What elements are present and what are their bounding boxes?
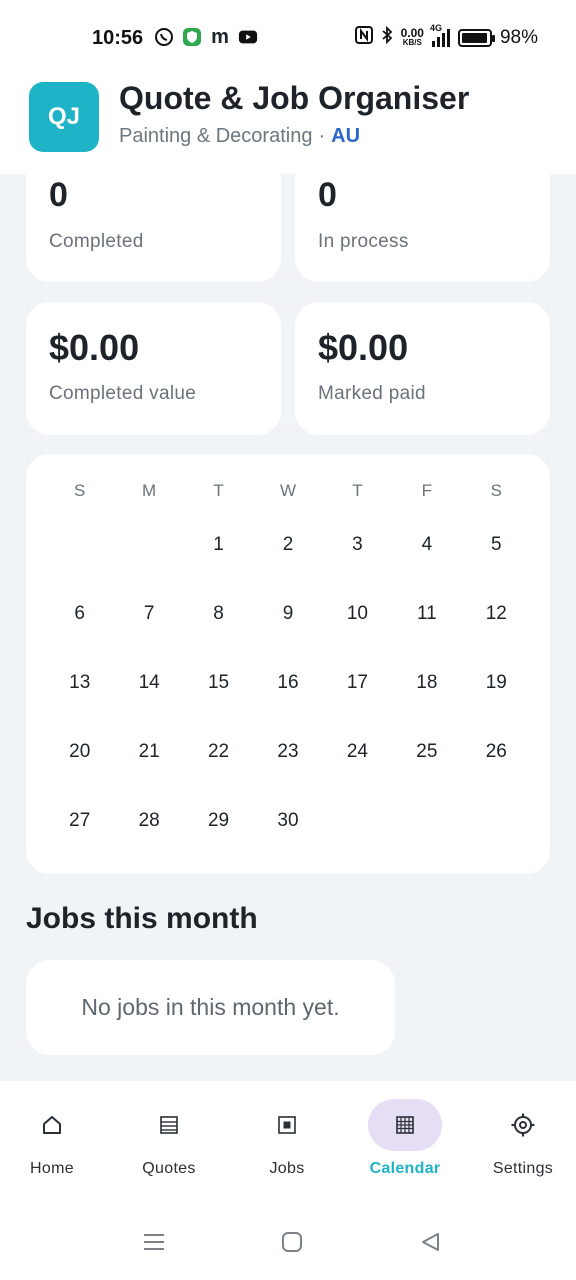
calendar-day[interactable]: 18	[392, 648, 461, 717]
nav-label: Settings	[492, 1160, 554, 1177]
calendar-day[interactable]: 14	[114, 648, 183, 717]
calendar-day[interactable]: 5	[462, 510, 531, 579]
calendar-day[interactable]: 20	[45, 717, 114, 786]
stat-label: Completed	[49, 231, 144, 252]
stat-value: 0	[318, 176, 337, 214]
stat-label: Marked paid	[318, 383, 426, 404]
status-time: 10:56	[92, 27, 144, 49]
home-icon	[43, 1116, 61, 1134]
notification-icons: m	[154, 25, 258, 48]
nav-label: Home	[30, 1160, 74, 1177]
calendar-day[interactable]: 27	[45, 786, 114, 855]
nav-home[interactable]: Home	[0, 1099, 107, 1189]
calendar-day[interactable]: 15	[184, 648, 253, 717]
battery-percent: 98%	[499, 27, 538, 48]
m-icon: m	[211, 25, 229, 48]
stat-label: In process	[318, 231, 409, 252]
calendar-blank	[45, 510, 114, 579]
stat-value: $0.00	[49, 327, 140, 368]
calendar-day[interactable]: 8	[184, 579, 253, 648]
calendar-day[interactable]: 3	[323, 510, 392, 579]
nav-label: Calendar	[369, 1160, 441, 1177]
weekday-header: S	[490, 481, 502, 500]
jobs-section-title: Jobs this month	[26, 902, 258, 935]
calendar-day[interactable]: 6	[45, 579, 114, 648]
menu-icon[interactable]	[140, 1228, 168, 1256]
nfc-icon	[354, 26, 373, 50]
calendar-day[interactable]: 23	[253, 717, 322, 786]
status-bar: 10:56 m 0.00 KB/S 4G 98%	[0, 0, 576, 76]
calendar-day[interactable]: 22	[184, 717, 253, 786]
youtube-icon	[238, 27, 258, 47]
calendar-day[interactable]: 21	[114, 717, 183, 786]
calendar-day[interactable]: 24	[323, 717, 392, 786]
nav-calendar-pill	[368, 1099, 442, 1151]
weekday-header: T	[213, 481, 224, 500]
nav-jobs-pill	[250, 1099, 324, 1151]
calendar-grid: S M T W T F S 1 2 3 4 5 6 7 8 9 10 11 12 13 14 15 16 17 18 19 20 21…	[45, 472, 531, 855]
back-icon[interactable]	[416, 1228, 444, 1256]
nav-jobs[interactable]: Jobs	[232, 1099, 342, 1189]
nav-quotes-pill	[132, 1099, 206, 1151]
bluetooth-icon	[381, 25, 393, 50]
app-subtitle: Painting & Decorating·AU	[119, 125, 361, 147]
nav-quotes[interactable]: Quotes	[114, 1099, 224, 1189]
weekday-header: W	[279, 481, 297, 500]
calendar-day[interactable]: 19	[462, 648, 531, 717]
calendar-day[interactable]: 11	[392, 579, 461, 648]
region-label: AU	[331, 125, 361, 147]
calendar-day[interactable]: 29	[184, 786, 253, 855]
nav-home-pill	[15, 1099, 89, 1151]
stat-value: $0.00	[318, 327, 409, 368]
nav-label: Quotes	[142, 1160, 196, 1177]
jobs-empty-state: No jobs in this month yet.	[26, 960, 395, 1055]
battery-icon	[457, 29, 495, 47]
calendar-day[interactable]: 1	[184, 510, 253, 579]
system-status: 0.00 KB/S 4G 98%	[354, 23, 538, 50]
stat-card-marked-paid: $0.00 Marked paid	[295, 302, 550, 435]
calendar-day[interactable]: 17	[323, 648, 392, 717]
nav-settings[interactable]: Settings	[468, 1099, 576, 1189]
stat-value: 0	[49, 176, 68, 214]
weekday-header: T	[352, 481, 363, 500]
calendar-day[interactable]: 4	[392, 510, 461, 579]
nav-settings-pill	[486, 1099, 560, 1151]
month-calendar: S M T W T F S 1 2 3 4 5 6 7 8 9 10 11 12 13 14 15 16 17 18 19 20 21…	[26, 454, 550, 874]
shield-icon	[182, 27, 202, 47]
bottom-navigation: Home Quotes Jobs Calendar Settings	[0, 1081, 576, 1200]
calendar-day[interactable]: 2	[253, 510, 322, 579]
calendar-day[interactable]: 25	[392, 717, 461, 786]
app-title: Quote & Job Organiser	[119, 80, 470, 116]
calendar-day[interactable]: 26	[462, 717, 531, 786]
stat-card-completed-value: $0.00 Completed value	[26, 302, 281, 435]
list-icon	[160, 1116, 178, 1134]
system-navigation	[0, 1200, 576, 1280]
nav-label: Jobs	[269, 1160, 305, 1177]
trade-label: Painting & Decorating	[119, 125, 313, 147]
calendar-blank	[114, 510, 183, 579]
app-logo: QJ	[29, 82, 99, 152]
calendar-day[interactable]: 13	[45, 648, 114, 717]
home-square-icon[interactable]	[278, 1228, 306, 1256]
calendar-icon	[396, 1116, 414, 1134]
calendar-day[interactable]: 9	[253, 579, 322, 648]
calendar-day[interactable]: 12	[462, 579, 531, 648]
gear-icon	[511, 1113, 535, 1137]
calendar-day[interactable]: 28	[114, 786, 183, 855]
weekday-header: S	[74, 481, 86, 500]
weekday-header: F	[421, 481, 433, 500]
job-icon	[278, 1116, 296, 1134]
weekday-header: M	[142, 481, 157, 500]
stat-label: Completed value	[49, 383, 197, 404]
calendar-day[interactable]: 10	[323, 579, 392, 648]
calendar-day[interactable]: 7	[114, 579, 183, 648]
nav-calendar[interactable]: Calendar	[350, 1099, 460, 1189]
calendar-day[interactable]: 30	[253, 786, 322, 855]
signal-icon: 4G	[430, 23, 450, 47]
viber-icon	[154, 27, 174, 47]
header-backdrop: QJ Quote & Job Organiser Painting & Deco…	[0, 76, 576, 174]
calendar-day[interactable]: 16	[253, 648, 322, 717]
network-speed: 0.00 KB/S	[400, 26, 424, 47]
